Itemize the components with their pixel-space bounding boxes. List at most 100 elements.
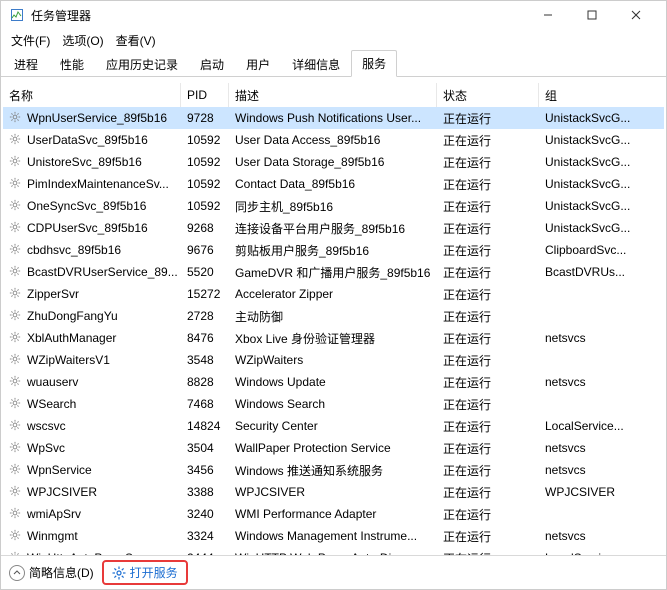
cell-status: 正在运行	[437, 349, 539, 371]
tab-label: 应用历史记录	[106, 58, 178, 72]
table-row[interactable]: UserDataSvc_89f5b1610592User Data Access…	[3, 129, 664, 151]
cell-desc: WinHTTP Web Proxy Auto-Discov...	[229, 547, 437, 555]
col-header-pid[interactable]: PID	[181, 83, 229, 107]
cell-status: 正在运行	[437, 547, 539, 555]
cell-status: 正在运行	[437, 525, 539, 547]
service-icon	[9, 287, 23, 301]
table-row[interactable]: UnistoreSvc_89f5b1610592User Data Storag…	[3, 151, 664, 173]
tab-4[interactable]: 用户	[235, 51, 281, 77]
cell-name: BcastDVRUserService_89...	[3, 261, 181, 283]
menu-file[interactable]: 文件(F)	[5, 30, 56, 51]
tab-5[interactable]: 详细信息	[281, 51, 351, 77]
minimize-button[interactable]	[526, 1, 570, 29]
cell-group: netsvcs	[539, 371, 649, 393]
tab-label: 详细信息	[292, 58, 340, 72]
service-icon	[9, 111, 23, 125]
cell-name: PimIndexMaintenanceSv...	[3, 173, 181, 195]
cell-desc: Windows 推送通知系统服务	[229, 459, 437, 481]
service-icon	[9, 331, 23, 345]
cell-pid: 14824	[181, 415, 229, 437]
cell-desc: Accelerator Zipper	[229, 283, 437, 305]
tab-2[interactable]: 应用历史记录	[95, 51, 189, 77]
cell-name: XblAuthManager	[3, 327, 181, 349]
cell-pid: 15272	[181, 283, 229, 305]
service-icon	[9, 441, 23, 455]
cell-group	[539, 349, 649, 371]
table-row[interactable]: WpnService3456Windows 推送通知系统服务正在运行netsvc…	[3, 459, 664, 481]
cell-pid: 10592	[181, 173, 229, 195]
table-row[interactable]: WinHttpAutoProxySvc2444WinHTTP Web Proxy…	[3, 547, 664, 555]
services-table: 名称 PID 描述 状态 组 WpnUserService_89f5b16972…	[3, 83, 664, 555]
table-row[interactable]: wuauserv8828Windows Update正在运行netsvcs	[3, 371, 664, 393]
table-rows: WpnUserService_89f5b169728Windows Push N…	[3, 107, 664, 555]
cell-pid: 3388	[181, 481, 229, 503]
cell-desc: 同步主机_89f5b16	[229, 195, 437, 217]
cell-group: UnistackSvcG...	[539, 107, 649, 129]
window-title: 任务管理器	[31, 7, 91, 24]
cell-group: netsvcs	[539, 437, 649, 459]
cell-desc: Security Center	[229, 415, 437, 437]
col-header-desc[interactable]: 描述	[229, 83, 437, 107]
table-row[interactable]: ZipperSvr15272Accelerator Zipper正在运行	[3, 283, 664, 305]
service-icon	[9, 199, 23, 213]
cell-status: 正在运行	[437, 283, 539, 305]
tab-1[interactable]: 性能	[49, 51, 95, 77]
table-row[interactable]: Winmgmt3324Windows Management Instrume..…	[3, 525, 664, 547]
app-icon	[9, 7, 25, 23]
cell-desc: WMI Performance Adapter	[229, 503, 437, 525]
window-controls	[526, 1, 658, 29]
service-icon	[9, 221, 23, 235]
table-row[interactable]: WSearch7468Windows Search正在运行	[3, 393, 664, 415]
table-row[interactable]: WPJCSIVER3388WPJCSIVER正在运行WPJCSIVER	[3, 481, 664, 503]
cell-desc: Xbox Live 身份验证管理器	[229, 327, 437, 349]
table-row[interactable]: OneSyncSvc_89f5b1610592同步主机_89f5b16正在运行U…	[3, 195, 664, 217]
cell-status: 正在运行	[437, 305, 539, 327]
cell-desc: User Data Access_89f5b16	[229, 129, 437, 151]
cell-status: 正在运行	[437, 129, 539, 151]
tab-0[interactable]: 进程	[3, 51, 49, 77]
cell-name: ZipperSvr	[3, 283, 181, 305]
cell-status: 正在运行	[437, 217, 539, 239]
cell-name: UnistoreSvc_89f5b16	[3, 151, 181, 173]
cell-name: WpnService	[3, 459, 181, 481]
fewer-details-button[interactable]: 简略信息(D)	[9, 564, 94, 581]
cell-desc: 连接设备平台用户服务_89f5b16	[229, 217, 437, 239]
cell-status: 正在运行	[437, 371, 539, 393]
titlebar: 任务管理器	[1, 1, 666, 29]
table-row[interactable]: PimIndexMaintenanceSv...10592Contact Dat…	[3, 173, 664, 195]
table-row[interactable]: wmiApSrv3240WMI Performance Adapter正在运行	[3, 503, 664, 525]
cell-status: 正在运行	[437, 261, 539, 283]
gear-icon	[112, 566, 126, 580]
maximize-button[interactable]	[570, 1, 614, 29]
menu-options[interactable]: 选项(O)	[56, 30, 109, 51]
col-header-status[interactable]: 状态	[437, 83, 539, 107]
cell-pid: 3504	[181, 437, 229, 459]
table-row[interactable]: CDPUserSvc_89f5b169268连接设备平台用户服务_89f5b16…	[3, 217, 664, 239]
menubar: 文件(F) 选项(O) 查看(V)	[1, 29, 666, 51]
col-header-group[interactable]: 组	[539, 83, 649, 107]
table-row[interactable]: BcastDVRUserService_89...5520GameDVR 和广播…	[3, 261, 664, 283]
tab-3[interactable]: 启动	[189, 51, 235, 77]
close-button[interactable]	[614, 1, 658, 29]
cell-name: WPJCSIVER	[3, 481, 181, 503]
col-header-name[interactable]: 名称	[3, 83, 181, 107]
table-row[interactable]: wscsvc14824Security Center正在运行LocalServi…	[3, 415, 664, 437]
chevron-up-icon	[9, 565, 25, 581]
cell-status: 正在运行	[437, 415, 539, 437]
cell-name: WinHttpAutoProxySvc	[3, 547, 181, 555]
table-row[interactable]: XblAuthManager8476Xbox Live 身份验证管理器正在运行n…	[3, 327, 664, 349]
cell-name: WZipWaitersV1	[3, 349, 181, 371]
cell-pid: 8476	[181, 327, 229, 349]
open-services-button[interactable]: 打开服务	[102, 560, 188, 585]
cell-group	[539, 283, 649, 305]
table-row[interactable]: WpnUserService_89f5b169728Windows Push N…	[3, 107, 664, 129]
service-icon	[9, 463, 23, 477]
table-row[interactable]: WZipWaitersV13548WZipWaiters正在运行	[3, 349, 664, 371]
table-row[interactable]: cbdhsvc_89f5b169676剪贴板用户服务_89f5b16正在运行Cl…	[3, 239, 664, 261]
table-row[interactable]: WpSvc3504WallPaper Protection Service正在运…	[3, 437, 664, 459]
table-row[interactable]: ZhuDongFangYu2728主动防御正在运行	[3, 305, 664, 327]
tab-6[interactable]: 服务	[351, 50, 397, 77]
task-manager-window: 任务管理器 文件(F) 选项(O) 查看(V) 进程性能应用历史记录启动用户详细…	[0, 0, 667, 590]
cell-group: UnistackSvcG...	[539, 195, 649, 217]
menu-view[interactable]: 查看(V)	[110, 30, 162, 51]
